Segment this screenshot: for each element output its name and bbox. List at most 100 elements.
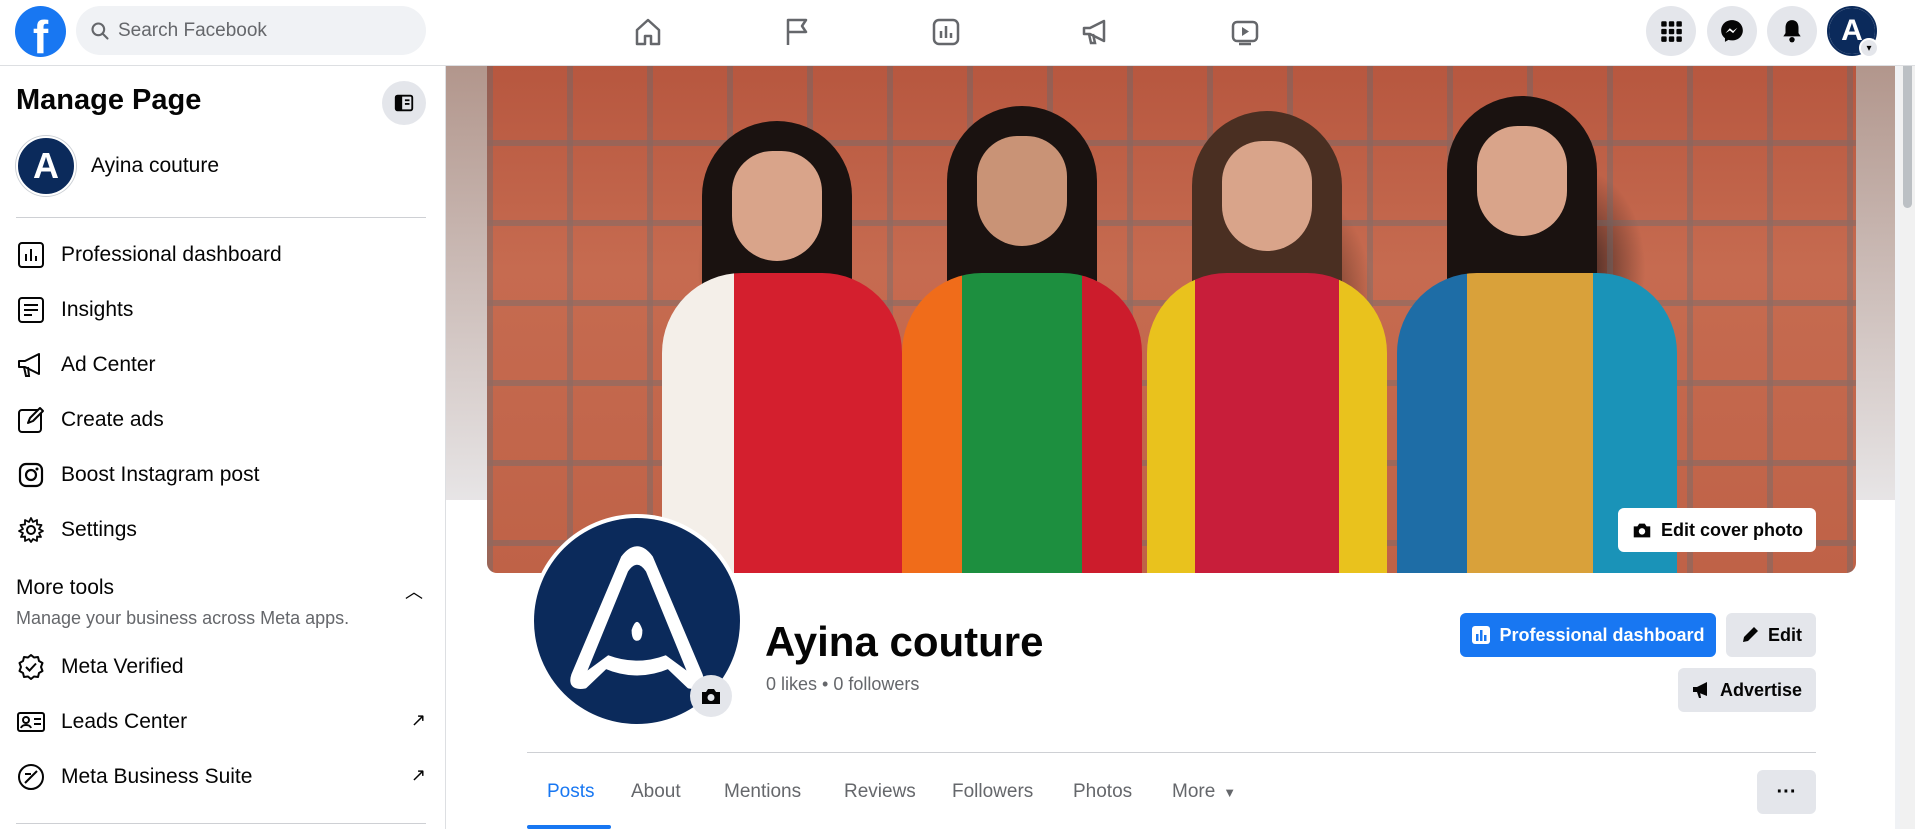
nav-ad-center[interactable] xyxy=(1036,7,1156,57)
sidebar-item-label: Professional dashboard xyxy=(61,243,282,266)
flag-icon xyxy=(786,18,808,45)
more-tools-header[interactable]: More tools xyxy=(16,576,114,600)
business-suite-icon xyxy=(18,764,44,790)
insights-icon xyxy=(18,297,44,323)
sidebar-item-label: Meta Verified xyxy=(61,655,184,678)
search-input[interactable] xyxy=(118,19,418,42)
top-navigation-bar: f A ▾ xyxy=(0,0,1915,66)
cover-backdrop xyxy=(1856,66,1895,573)
video-icon xyxy=(1231,20,1259,46)
sidebar-item-meta-business-suite[interactable]: Meta Business Suite ↗ xyxy=(16,755,426,799)
nav-home[interactable] xyxy=(588,7,708,57)
camera-icon xyxy=(702,689,720,704)
sidebar-title: Manage Page xyxy=(16,84,202,116)
tab-reviews[interactable]: Reviews xyxy=(844,770,916,814)
account-avatar[interactable]: A ▾ xyxy=(1827,6,1879,58)
megaphone-icon xyxy=(1082,19,1106,45)
search-icon xyxy=(91,21,109,40)
search-box[interactable] xyxy=(76,6,426,55)
tab-mentions[interactable]: Mentions xyxy=(724,770,801,814)
messenger-icon xyxy=(1721,20,1743,42)
cover-figure xyxy=(732,151,822,261)
sidebar-toggle-icon xyxy=(394,94,414,112)
cover-figure xyxy=(902,273,1142,573)
page-avatar: A xyxy=(16,136,76,196)
more-tools-subtitle: Manage your business across Meta apps. xyxy=(16,608,350,628)
home-icon xyxy=(635,18,661,46)
cover-figure xyxy=(1147,273,1387,573)
manage-page-sidebar: Manage Page A Ayina couture Professional… xyxy=(0,66,446,829)
divider xyxy=(527,752,1816,753)
advertise-button[interactable]: Advertise xyxy=(1678,668,1816,712)
gear-icon xyxy=(18,517,44,543)
professional-dashboard-label: Professional dashboard xyxy=(1499,624,1705,645)
more-options-button[interactable]: ··· xyxy=(1757,770,1816,814)
ellipsis-icon: ··· xyxy=(1776,780,1797,803)
camera-icon xyxy=(1633,523,1651,538)
tab-posts[interactable]: Posts xyxy=(547,770,595,814)
tab-more-label: More xyxy=(1172,781,1216,802)
tab-more[interactable]: More ▼ xyxy=(1172,770,1236,814)
edit-cover-photo-button[interactable]: Edit cover photo xyxy=(1618,508,1816,552)
sidebar-item-ad-center[interactable]: Ad Center xyxy=(16,343,426,387)
cover-figure xyxy=(1477,126,1567,236)
sidebar-item-label: Insights xyxy=(61,298,134,321)
active-tab-indicator xyxy=(527,825,611,829)
update-profile-picture-button[interactable] xyxy=(690,675,732,717)
external-link-icon: ↗ xyxy=(410,765,426,785)
megaphone-icon xyxy=(1692,682,1707,698)
tab-about[interactable]: About xyxy=(631,770,681,814)
external-link-icon: ↗ xyxy=(410,710,426,730)
page-title: Ayina couture xyxy=(765,618,1044,665)
edit-cover-label: Edit cover photo xyxy=(1660,519,1803,540)
megaphone-icon xyxy=(18,353,40,377)
facebook-logo[interactable]: f xyxy=(15,6,66,57)
bell-icon xyxy=(1783,20,1801,43)
sidebar-item-label: Ad Center xyxy=(61,353,156,376)
sidebar-item-label: Meta Business Suite xyxy=(61,765,253,788)
chevron-up-icon[interactable]: ︿ xyxy=(405,578,423,604)
sidebar-item-label: Boost Instagram post xyxy=(61,463,260,486)
nav-video[interactable] xyxy=(1185,7,1305,57)
edit-label: Edit xyxy=(1768,624,1802,645)
cover-figure xyxy=(977,136,1067,246)
professional-dashboard-button[interactable]: Professional dashboard xyxy=(1460,613,1716,657)
menu-button[interactable] xyxy=(1646,6,1696,56)
instagram-icon xyxy=(18,462,44,488)
pencil-icon xyxy=(1743,627,1758,642)
nav-pages[interactable] xyxy=(737,7,857,57)
sidebar-page-switcher[interactable]: A Ayina couture xyxy=(16,136,219,196)
collapse-sidebar-button[interactable] xyxy=(382,81,426,125)
sidebar-item-insights[interactable]: Insights xyxy=(16,288,426,332)
pencil-icon xyxy=(18,407,44,433)
sidebar-item-create-ads[interactable]: Create ads xyxy=(16,398,426,442)
caret-down-icon: ▼ xyxy=(1223,784,1237,800)
sidebar-item-label: Create ads xyxy=(61,408,164,431)
menu-grid-icon xyxy=(1661,21,1682,42)
sidebar-page-name: Ayina couture xyxy=(91,154,220,177)
cover-figure xyxy=(662,273,902,573)
chart-icon xyxy=(18,242,44,268)
chart-icon xyxy=(932,18,960,46)
tab-photos[interactable]: Photos xyxy=(1073,770,1132,814)
sidebar-item-meta-verified[interactable]: Meta Verified xyxy=(16,645,426,689)
page-stats[interactable]: 0 likes • 0 followers xyxy=(766,674,919,695)
chart-icon xyxy=(1472,626,1491,644)
sidebar-item-leads-center[interactable]: Leads Center ↗ xyxy=(16,700,426,744)
nav-dashboard[interactable] xyxy=(886,7,1006,57)
cover-backdrop xyxy=(446,66,487,573)
edit-button[interactable]: Edit xyxy=(1726,613,1816,657)
chevron-down-icon: ▾ xyxy=(1859,38,1879,58)
verified-icon xyxy=(18,654,44,680)
sidebar-item-label: Leads Center xyxy=(61,710,188,733)
divider xyxy=(16,217,426,218)
cover-photo[interactable] xyxy=(487,66,1856,573)
sidebar-item-settings[interactable]: Settings xyxy=(16,508,426,552)
sidebar-item-professional-dashboard[interactable]: Professional dashboard xyxy=(16,233,426,277)
messenger-button[interactable] xyxy=(1707,6,1757,56)
tab-followers[interactable]: Followers xyxy=(952,770,1033,814)
divider xyxy=(16,823,426,824)
id-card-icon xyxy=(17,712,45,732)
notifications-button[interactable] xyxy=(1767,6,1817,56)
sidebar-item-boost-instagram[interactable]: Boost Instagram post xyxy=(16,453,426,497)
